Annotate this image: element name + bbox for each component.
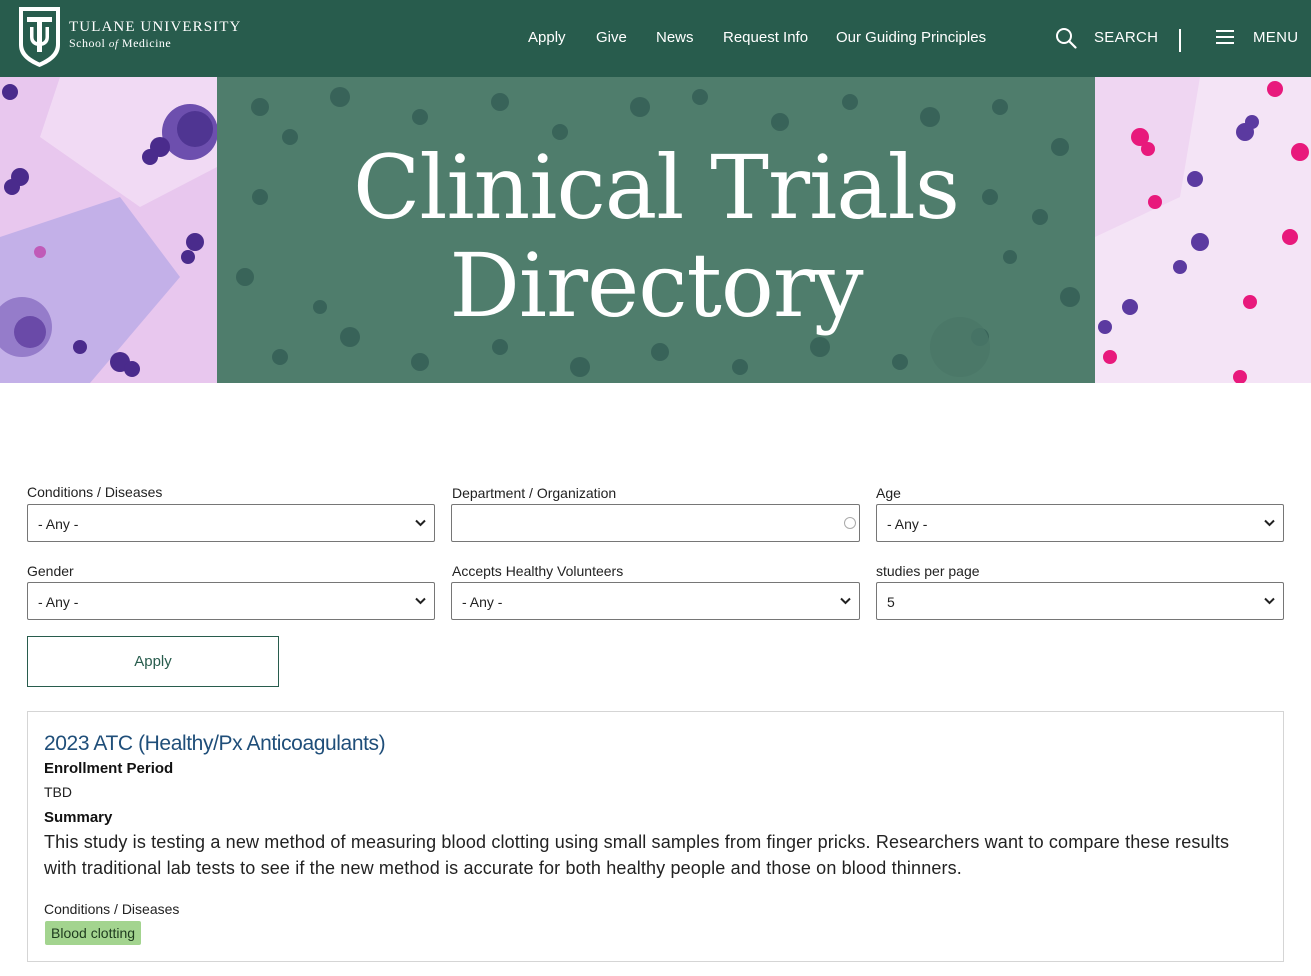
healthy-volunteers-select-value: - Any - xyxy=(462,594,503,610)
hero-banner: Clinical Trials Directory xyxy=(0,77,1311,383)
search-icon[interactable] xyxy=(1055,27,1077,49)
summary-text: This study is testing a new method of me… xyxy=(44,832,1230,878)
chevron-down-icon xyxy=(840,597,851,605)
logo-university-name: TULANE UNIVERSITY xyxy=(69,19,242,35)
conditions-select[interactable]: - Any - xyxy=(27,504,435,542)
autocomplete-throbber-icon xyxy=(844,517,856,529)
gender-select-value: - Any - xyxy=(38,594,79,610)
age-select-value: - Any - xyxy=(887,516,928,532)
per-page-label: studies per page xyxy=(876,563,980,579)
age-label: Age xyxy=(876,485,901,501)
chevron-down-icon xyxy=(415,597,426,605)
per-page-select-value: 5 xyxy=(887,594,895,610)
page-title-line-1: Clinical Trials xyxy=(353,136,960,239)
summary-heading: Summary xyxy=(44,809,113,826)
department-label: Department / Organization xyxy=(452,485,617,501)
page-title-line-2: Directory xyxy=(449,234,863,337)
conditions-heading: Conditions / Diseases xyxy=(44,901,180,917)
menu-button[interactable]: MENU xyxy=(1253,29,1298,47)
study-card: 2023 ATC (Healthy/Px Anticoagulants) Enr… xyxy=(27,711,1284,962)
healthy-volunteers-select[interactable]: - Any - xyxy=(451,582,860,620)
age-select[interactable]: - Any - xyxy=(876,504,1284,542)
hamburger-menu-icon[interactable] xyxy=(1216,29,1234,45)
logo-wordmark[interactable]: TULANE UNIVERSITY School of Medicine xyxy=(69,19,241,51)
nav-request-info[interactable]: Request Info xyxy=(723,28,808,48)
enrollment-period-heading: Enrollment Period xyxy=(44,760,174,777)
nav-news[interactable]: News xyxy=(656,28,694,48)
search-button[interactable]: SEARCH xyxy=(1094,29,1158,47)
logo-school-name: School of Medicine xyxy=(69,36,172,50)
chevron-down-icon xyxy=(1264,597,1275,605)
healthy-volunteers-label: Accepts Healthy Volunteers xyxy=(452,563,624,579)
per-page-select[interactable]: 5 xyxy=(876,582,1284,620)
header-divider xyxy=(1179,29,1181,52)
nav-give[interactable]: Give xyxy=(596,28,627,48)
nav-guiding-principles[interactable]: Our Guiding Principles xyxy=(836,28,986,48)
gender-select[interactable]: - Any - xyxy=(27,582,435,620)
tulane-shield-logo-icon[interactable] xyxy=(17,5,62,68)
site-header: TULANE UNIVERSITY School of Medicine App… xyxy=(0,0,1311,77)
department-autocomplete-input[interactable] xyxy=(451,504,860,542)
conditions-label: Conditions / Diseases xyxy=(27,484,163,500)
enrollment-period-value: TBD xyxy=(44,784,72,800)
nav-apply[interactable]: Apply xyxy=(528,28,566,48)
conditions-select-value: - Any - xyxy=(38,516,79,532)
gender-label: Gender xyxy=(27,563,74,579)
chevron-down-icon xyxy=(1264,519,1275,527)
page-title: Clinical Trials Directory xyxy=(217,139,1095,335)
chevron-down-icon xyxy=(415,519,426,527)
apply-filters-button[interactable]: Apply xyxy=(27,636,279,687)
study-title-link[interactable]: 2023 ATC (Healthy/Px Anticoagulants) xyxy=(44,731,386,756)
condition-tag[interactable]: Blood clotting xyxy=(45,921,142,945)
